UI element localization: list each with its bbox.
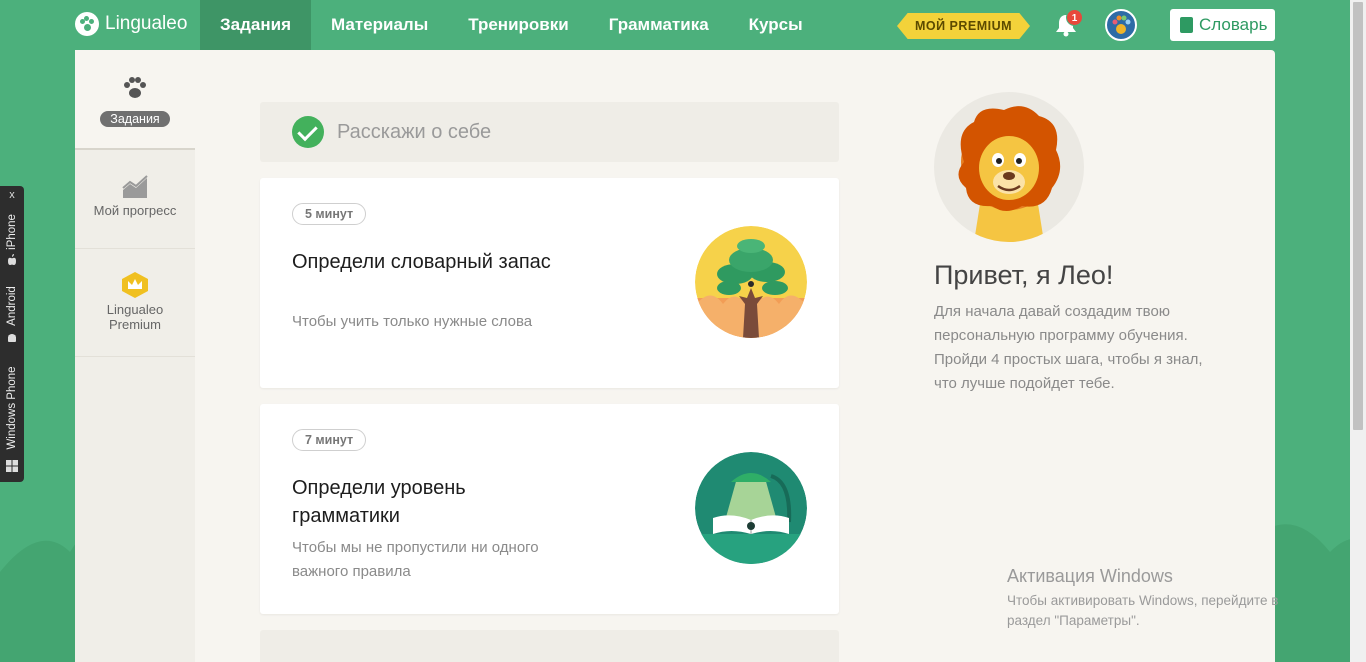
tree-illustration-icon <box>695 226 807 338</box>
windows-activation-watermark: Активация Windows Чтобы активировать Win… <box>1007 566 1317 631</box>
task-title: Определи уровень грамматики <box>292 477 466 527</box>
leo-intro-line: Пройди 4 простых шага, чтобы я знал, что… <box>934 351 1203 392</box>
mobile-apps-tab: x iPhone Android Windows Phone <box>0 186 24 482</box>
windows-phone-app-link[interactable]: Windows Phone <box>6 366 18 449</box>
activation-text: Чтобы активировать Windows, перейдите в … <box>1007 593 1279 628</box>
book-lamp-illustration-icon <box>695 452 807 564</box>
nav-courses[interactable]: Курсы <box>729 0 823 50</box>
page-scrollbar[interactable] <box>1350 0 1366 662</box>
nav-grammar[interactable]: Грамматика <box>589 0 729 50</box>
duration-badge: 7 минут <box>292 429 367 451</box>
task-description: Чтобы учить только нужные слова <box>292 313 533 330</box>
paw-icon <box>124 77 146 98</box>
crown-icon <box>122 272 148 298</box>
paw-logo-icon <box>75 12 99 36</box>
sidebar-item-label: Lingualeo Premium <box>106 302 164 332</box>
leo-avatar <box>934 92 1084 242</box>
completed-task-card[interactable]: Расскажи о себе <box>260 102 839 162</box>
main-nav: Задания Материалы Тренировки Грамматика … <box>200 0 823 50</box>
next-task-card-partial[interactable] <box>260 630 839 662</box>
close-apps-tab-button[interactable]: x <box>0 189 24 201</box>
leo-intro-line: Для начала давай создадим твою персональ… <box>934 303 1188 344</box>
apple-icon <box>8 254 16 265</box>
chart-icon <box>122 175 148 198</box>
check-circle-icon <box>292 116 324 148</box>
task-title: Определи словарный запас <box>292 251 551 273</box>
task-card[interactable]: 7 минут Определи уровень грамматики Чтоб… <box>260 404 839 614</box>
nav-tasks[interactable]: Задания <box>200 0 311 50</box>
notification-count-badge: 1 <box>1066 9 1083 26</box>
iphone-app-link[interactable]: iPhone <box>6 214 18 250</box>
task-card[interactable]: 5 минут Определи словарный запас Чтобы у… <box>260 178 839 388</box>
windows-icon <box>6 460 18 472</box>
duration-badge: 5 минут <box>292 203 367 225</box>
completed-task-title: Расскажи о себе <box>337 120 492 143</box>
left-sidebar: Задания Мой прогресс Lingualeo Premium <box>75 50 195 662</box>
leo-intro-text: Для начала давай создадим твою персональ… <box>934 300 1204 396</box>
sidebar-item-label: Задания <box>100 111 170 127</box>
paw-avatar-icon <box>1112 15 1131 34</box>
nav-materials[interactable]: Материалы <box>311 0 448 50</box>
lion-mascot-icon <box>958 106 1061 242</box>
leo-greeting-title: Привет, я Лео! <box>934 260 1114 290</box>
sidebar-item-premium[interactable]: Lingualeo Premium <box>75 249 195 357</box>
nav-trainings[interactable]: Тренировки <box>448 0 588 50</box>
dictionary-label: Словарь <box>1199 15 1268 34</box>
android-app-link[interactable]: Android <box>6 286 18 326</box>
user-avatar[interactable] <box>1105 9 1137 41</box>
dictionary-button[interactable]: Словарь <box>1170 9 1275 41</box>
task-description: Чтобы мы не пропустили ни одного важного… <box>292 539 539 580</box>
my-premium-button[interactable]: МОЙ PREMIUM <box>897 13 1030 39</box>
brand-name: Lingualeo <box>105 13 188 34</box>
activation-title: Активация Windows <box>1007 566 1173 586</box>
scrollbar-thumb[interactable] <box>1353 2 1363 430</box>
book-icon <box>1180 17 1193 33</box>
android-icon <box>8 334 16 342</box>
sidebar-item-label: Мой прогресс <box>93 203 177 218</box>
logo[interactable]: Lingualeo <box>75 12 187 36</box>
sidebar-item-progress[interactable]: Мой прогресс <box>75 150 195 249</box>
top-navigation-bar: Lingualeo Задания Материалы Тренировки Г… <box>0 0 1350 50</box>
sidebar-item-tasks[interactable]: Задания <box>75 50 195 150</box>
